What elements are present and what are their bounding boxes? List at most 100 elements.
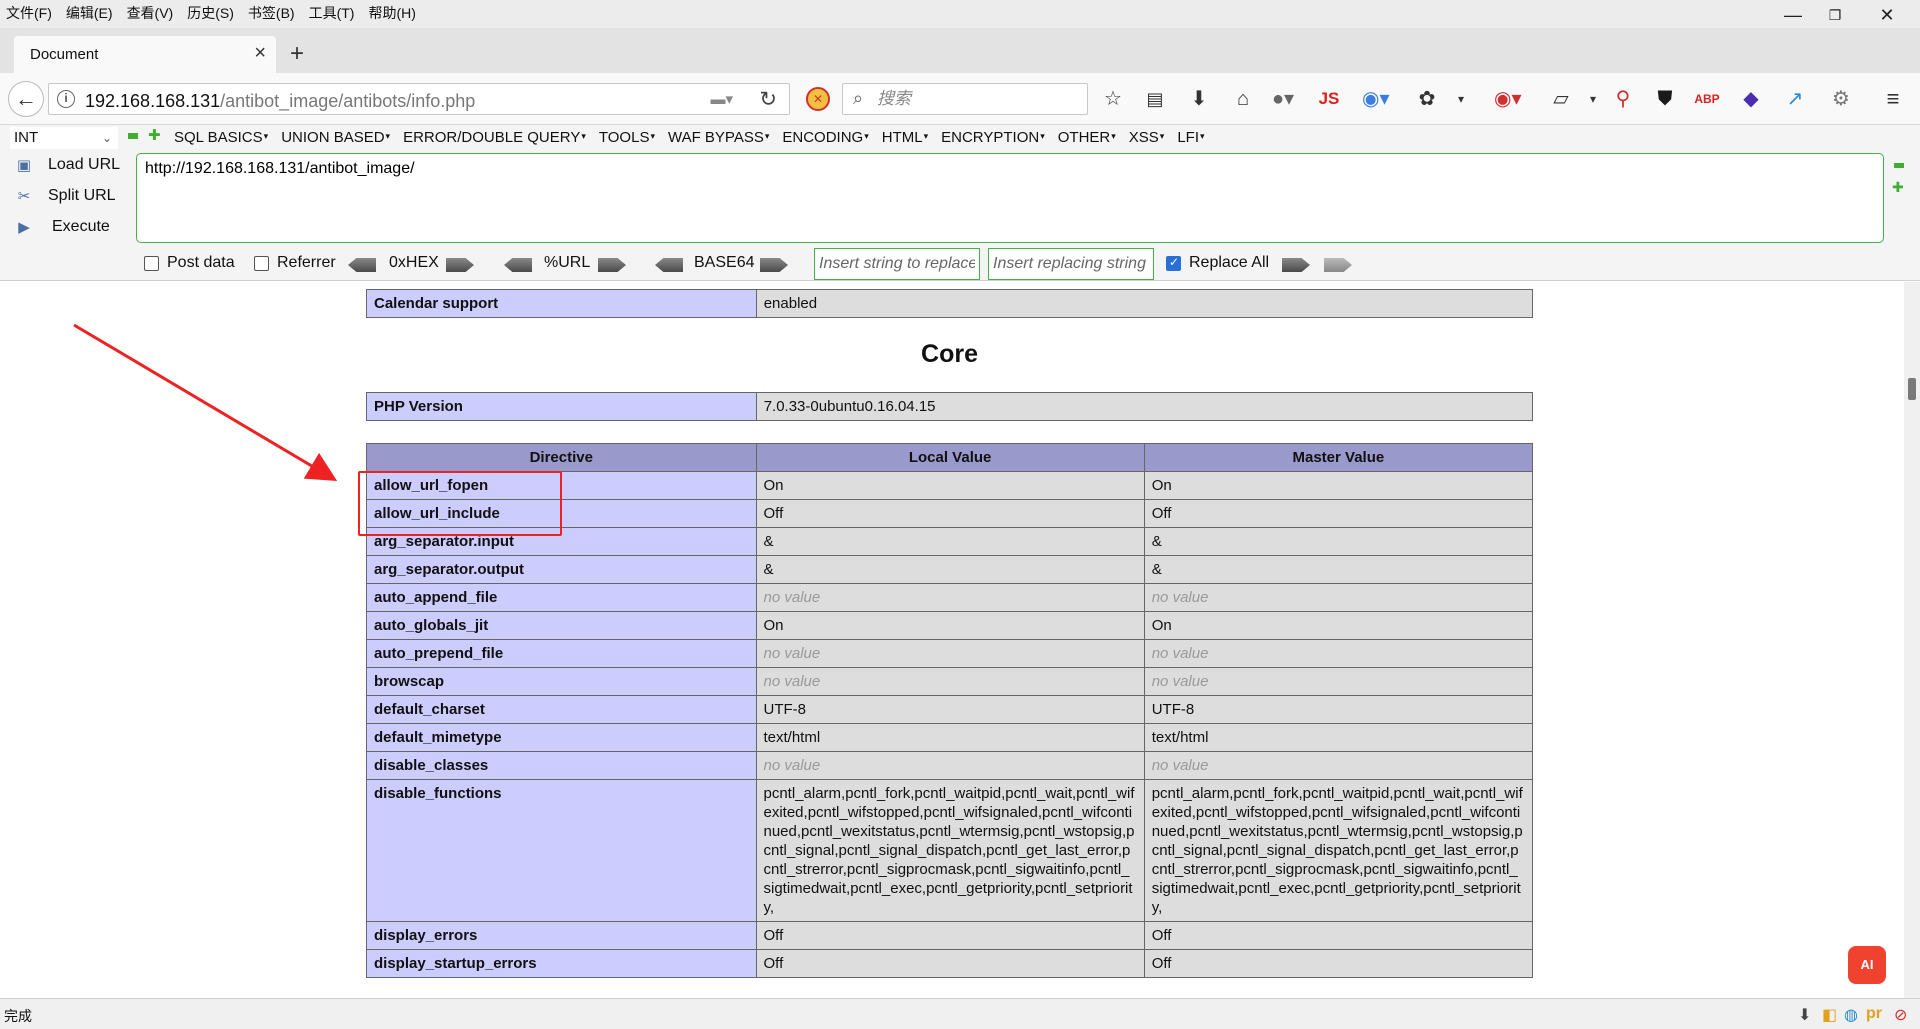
home-icon[interactable]: ⌂ [1230, 86, 1256, 112]
adblock-icon[interactable]: ABP [1694, 86, 1720, 112]
table-row: disable_classes no value no value [366, 751, 1534, 780]
screenshot-icon[interactable]: ▱ [1548, 86, 1574, 112]
ublock-icon[interactable]: ◉▾ [1494, 86, 1522, 112]
navigation-toolbar: ← i 192.168.168.131/antibot_image/antibo… [0, 73, 1920, 125]
js-icon[interactable]: JS [1316, 86, 1342, 112]
new-tab-button[interactable]: + [290, 42, 304, 66]
overflow-chevron-icon[interactable]: ▾ [1448, 86, 1474, 112]
replace-arrow-icon[interactable] [1324, 258, 1352, 272]
menu-item-2[interactable]: 查看(V) [127, 3, 174, 23]
minimize-button[interactable]: — [1770, 2, 1816, 28]
zoom-icon[interactable]: ⚲ [1610, 86, 1636, 112]
gear-icon[interactable]: ⚙ [1828, 86, 1854, 112]
base64-encode-arrow-icon[interactable] [760, 258, 788, 272]
bookmark-status-icon[interactable]: ◧ [1822, 1005, 1837, 1025]
translate-icon[interactable]: ◉▾ [1362, 86, 1390, 112]
checkbox-box[interactable] [254, 255, 269, 271]
hackbar-menu-tools[interactable]: TOOLS [599, 129, 655, 146]
replace-all-checkbox[interactable]: Replace All [1166, 254, 1269, 272]
hackbar-menu-encoding[interactable]: ENCODING [782, 129, 868, 146]
hackbar-menu-error-double-query[interactable]: ERROR/DOUBLE QUERY [403, 129, 586, 146]
hackbar-type-select[interactable]: INT ⌄ [10, 127, 118, 149]
post-data-checkbox[interactable]: Post data [144, 254, 235, 272]
tab-document[interactable]: Document × [14, 36, 276, 73]
drive-icon[interactable]: ▬▾ [710, 90, 733, 108]
master-value-cell: Off [1143, 499, 1534, 528]
search-box[interactable]: ⌕ [842, 83, 1088, 115]
restore-button[interactable]: ❐ [1812, 2, 1858, 28]
hackbar-menu-other[interactable]: OTHER [1058, 129, 1116, 146]
referrer-checkbox[interactable]: Referrer [254, 254, 336, 272]
menu-item-6[interactable]: 帮助(H) [368, 3, 415, 23]
base64-decode-arrow-icon[interactable] [655, 258, 683, 272]
url-encode-arrow-icon[interactable] [598, 258, 626, 272]
execute-button[interactable]: ▶ Execute [10, 216, 130, 240]
hex-encode-arrow-icon[interactable] [446, 258, 474, 272]
noscript-icon[interactable]: ✕ [806, 87, 830, 111]
url-bar[interactable]: i 192.168.168.131/antibot_image/antibots… [48, 83, 790, 115]
cube-icon[interactable]: ◆ [1738, 86, 1764, 112]
checkbox-box-checked[interactable] [1166, 255, 1181, 271]
back-button[interactable]: ← [8, 81, 44, 117]
palette-icon[interactable]: ✿ [1414, 86, 1440, 112]
tab-close-icon[interactable]: × [254, 42, 266, 65]
download-icon[interactable]: ⬇ [1186, 86, 1212, 112]
hackbar-menu-union-based[interactable]: UNION BASED [281, 129, 390, 146]
menu-bar: 文件(F) 编辑(E) 查看(V) 历史(S) 书签(B) 工具(T) 帮助(H) [6, 3, 416, 23]
shield-icon[interactable]: ⛊ [1652, 86, 1678, 112]
menu-item-0[interactable]: 文件(F) [6, 3, 52, 23]
grow-plus-icon[interactable]: ✚ [1892, 179, 1904, 196]
hackbar-menu-lfi[interactable]: LFI [1177, 129, 1204, 146]
local-value-cell: On [755, 611, 1145, 640]
split-url-button[interactable]: ✂ Split URL [10, 185, 130, 209]
pr-status-icon[interactable]: pr [1866, 1005, 1882, 1023]
replace-forward-arrow-icon[interactable] [1282, 258, 1310, 272]
info-icon[interactable]: i [57, 90, 75, 108]
expand-plus-icon[interactable]: ✚ [148, 128, 161, 143]
hackbar-menu-encryption[interactable]: ENCRYPTION [941, 129, 1045, 146]
hackbar-menu-sql-basics[interactable]: SQL BASICS [174, 129, 268, 146]
replace-string-input[interactable] [814, 248, 980, 280]
table-row: default_charset UTF-8 UTF-8 [366, 695, 1534, 724]
hex-decode-arrow-icon[interactable] [348, 258, 376, 272]
master-value-cell: text/html [1143, 723, 1534, 752]
replacing-string-input[interactable] [988, 248, 1154, 280]
shrink-minus-icon[interactable] [1894, 163, 1904, 168]
noscript-status-icon[interactable]: ⊘ [1894, 1005, 1907, 1025]
url-text[interactable]: 192.168.168.131/antibot_image/antibots/i… [85, 91, 475, 112]
close-window-button[interactable]: ✕ [1864, 2, 1910, 28]
url-decode-arrow-icon[interactable] [504, 258, 532, 272]
reload-icon[interactable]: ↻ [759, 87, 777, 112]
vertical-scrollbar[interactable] [1904, 282, 1920, 998]
hackbar-menu-waf-bypass[interactable]: WAF BYPASS [668, 129, 769, 146]
collapse-minus-icon[interactable] [128, 133, 138, 139]
star-icon[interactable]: ☆ [1100, 86, 1126, 112]
url-path: /antibot_image/antibots/info.php [220, 91, 476, 111]
scissors-icon: ✂ [17, 188, 31, 205]
ai-assistant-button[interactable]: AI [1848, 946, 1886, 984]
hackbar-menu-html[interactable]: HTML [882, 129, 928, 146]
menu-item-3[interactable]: 历史(S) [187, 3, 234, 23]
checkbox-box[interactable] [144, 255, 159, 271]
load-url-button[interactable]: ▣ Load URL [10, 154, 130, 178]
pocket-icon[interactable]: ●▾ [1270, 86, 1296, 112]
hackbar-url-textarea[interactable] [136, 153, 1884, 243]
table-row: default_mimetype text/html text/html [366, 723, 1534, 752]
hamburger-menu-icon[interactable]: ≡ [1880, 86, 1906, 112]
menu-item-5[interactable]: 工具(T) [309, 3, 355, 23]
globe-status-icon[interactable]: ◍ [1844, 1005, 1858, 1025]
hackbar-menu-xss[interactable]: XSS [1129, 129, 1165, 146]
search-input[interactable] [877, 88, 1077, 110]
directive-cell: arg_separator.output [366, 555, 757, 584]
reader-icon[interactable]: ▤ [1142, 86, 1168, 112]
local-value-cell: UTF-8 [755, 695, 1145, 724]
menu-item-1[interactable]: 编辑(E) [66, 3, 113, 23]
header-directive: Directive [366, 443, 757, 472]
page-content: Calendar support enabled Core PHP Versio… [0, 282, 1904, 998]
download-status-icon[interactable]: ⬇ [1798, 1005, 1811, 1025]
overflow-chevron-icon-2[interactable]: ▾ [1580, 86, 1606, 112]
menu-item-4[interactable]: 书签(B) [248, 3, 295, 23]
local-value-cell: no value [755, 667, 1145, 696]
wand-icon[interactable]: ↗ [1782, 86, 1808, 112]
scrollbar-thumb[interactable] [1908, 378, 1916, 400]
